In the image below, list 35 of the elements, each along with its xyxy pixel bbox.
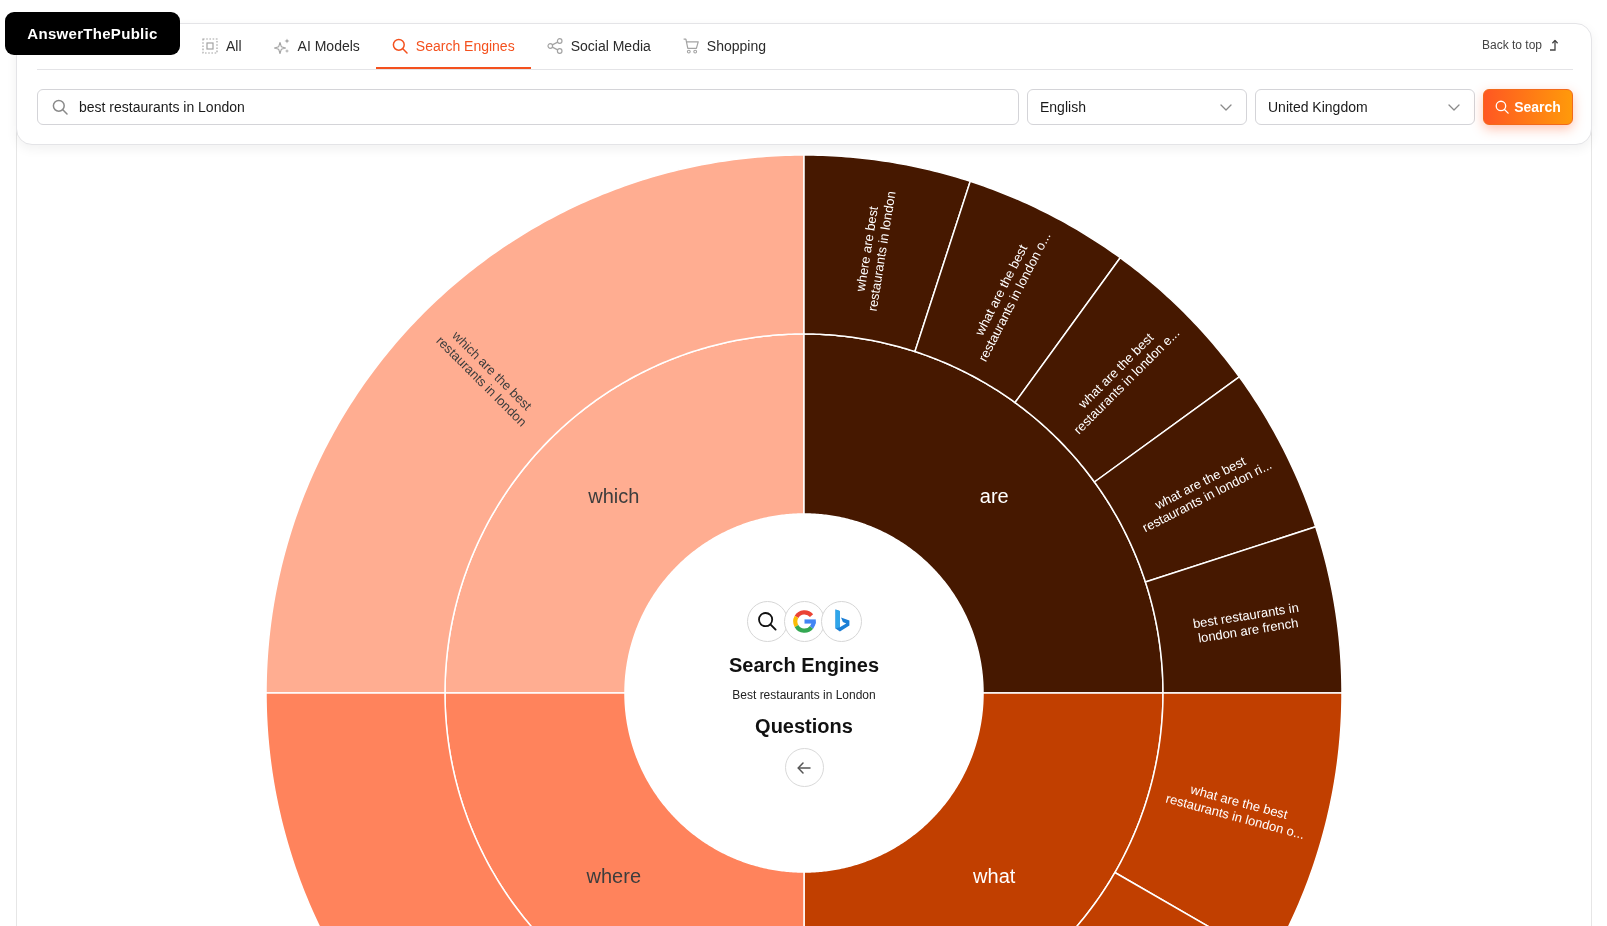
arrow-left-icon — [797, 760, 811, 775]
sparkles-icon — [273, 37, 290, 54]
share-icon — [546, 37, 563, 54]
tab[interactable]: AI Models — [257, 24, 376, 69]
chevron-down-icon — [1448, 103, 1460, 111]
tab[interactable]: Search Engines — [375, 24, 531, 69]
segment-label: what — [973, 865, 1016, 888]
search-icon — [52, 99, 68, 115]
arrow-up-icon — [1549, 39, 1559, 51]
segment-label: best restaurants in london are french — [1191, 599, 1300, 646]
search-field[interactable]: best restaurants in London — [37, 89, 1019, 125]
chart-segment[interactable] — [803, 154, 971, 353]
segment-label: where are best restaurants in london — [852, 190, 899, 313]
logo[interactable]: AnswerThePublic — [5, 12, 180, 55]
chart-heading: Questions — [755, 714, 853, 738]
chart-title: Search Engines — [728, 653, 880, 677]
search-icon — [746, 601, 788, 642]
b-logo-icon — [820, 601, 862, 642]
language-dropdown[interactable]: English — [1027, 89, 1247, 125]
segment-label: where — [586, 865, 642, 888]
cart-icon — [682, 37, 699, 54]
tab[interactable]: All — [186, 24, 258, 69]
tab[interactable]: Shopping — [666, 24, 782, 69]
segment-label: which — [588, 484, 640, 507]
chart-subtitle: Best restaurants in London — [732, 687, 876, 703]
back-to-top-link[interactable]: Back to top — [1481, 38, 1559, 52]
chevron-down-icon — [1220, 103, 1232, 111]
tab[interactable]: Social Media — [530, 24, 667, 69]
search-icon — [1495, 100, 1510, 114]
search-icon — [391, 37, 408, 54]
dotted-square-icon — [202, 37, 218, 54]
segment-label: are — [979, 484, 1009, 507]
back-button[interactable] — [784, 748, 824, 787]
country-dropdown[interactable]: United Kingdom — [1255, 89, 1475, 125]
g-logo-icon — [783, 601, 825, 642]
